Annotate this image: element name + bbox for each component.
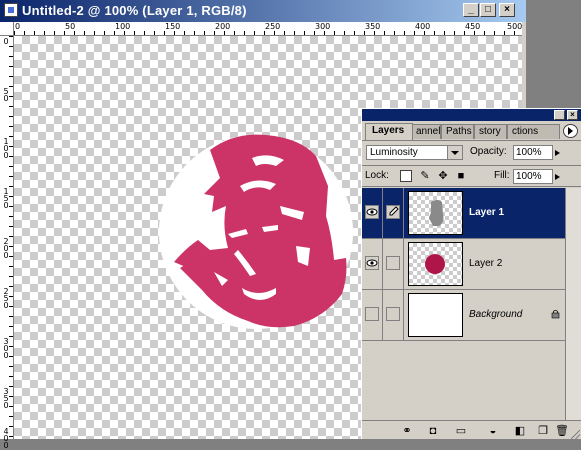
- palette-title-bar[interactable]: ×: [362, 109, 581, 121]
- blend-mode-select[interactable]: Luminosity: [366, 145, 463, 160]
- layer-link-cell[interactable]: [383, 188, 404, 238]
- palette-menu-button[interactable]: [563, 124, 578, 138]
- lock-label: Lock:: [365, 170, 389, 181]
- fill-label: Fill:: [494, 170, 510, 181]
- ruler-label: 50: [65, 22, 76, 31]
- fill-slider-arrow[interactable]: [554, 170, 563, 183]
- lock-row: Lock: ✎ ✥ ■ Fill: 100%: [362, 165, 581, 187]
- layer-link-cell[interactable]: [383, 239, 404, 289]
- layer-name[interactable]: Background: [469, 309, 522, 320]
- palette-close-button[interactable]: ×: [567, 110, 578, 120]
- maximize-button[interactable]: □: [480, 3, 496, 17]
- ruler-label: 100: [3, 137, 9, 160]
- ruler-label: 150: [3, 187, 9, 210]
- close-button[interactable]: ×: [499, 3, 515, 17]
- layer-row-layer-1[interactable]: Layer 1: [362, 188, 565, 239]
- tab-actions[interactable]: ctions: [507, 124, 560, 139]
- layer-row-layer-2[interactable]: Layer 2: [362, 239, 565, 290]
- tab-paths[interactable]: Paths: [441, 124, 474, 139]
- opacity-slider-arrow[interactable]: [554, 146, 563, 159]
- title-bar[interactable]: Untitled-2 @ 100% (Layer 1, RGB/8) _ □ ×: [0, 0, 526, 22]
- eye-icon[interactable]: [365, 205, 379, 219]
- ruler-label: 300: [3, 337, 9, 360]
- ruler-label: 400: [415, 22, 431, 31]
- lock-all-icon[interactable]: ■: [455, 170, 467, 182]
- new-set-icon[interactable]: ◒: [487, 425, 499, 437]
- layers-bottom-bar: ⚭ ◘ ▭ ◒ ◧ ❐ 🗑: [362, 420, 581, 440]
- layer-name[interactable]: Layer 1: [469, 207, 504, 218]
- ruler-label: 150: [165, 22, 181, 31]
- layer-thumbnail[interactable]: [408, 293, 463, 337]
- lock-move-icon[interactable]: ✥: [437, 170, 449, 182]
- horizontal-ruler[interactable]: 0 50 100 150 200 250 300 350 400 450 500: [14, 22, 522, 36]
- empty-visibility-box[interactable]: [365, 307, 379, 321]
- fill-field[interactable]: 100%: [513, 169, 553, 184]
- brush-icon[interactable]: [386, 205, 400, 219]
- empty-link-box[interactable]: [386, 256, 400, 270]
- ruler-label: 450: [465, 22, 481, 31]
- layers-scrollbar[interactable]: [565, 188, 581, 420]
- lock-transparency-icon[interactable]: [400, 170, 412, 182]
- resize-grip[interactable]: [571, 430, 580, 439]
- palette-minimize-button[interactable]: [554, 110, 565, 120]
- document-icon: [4, 3, 18, 17]
- ruler-label: 0: [3, 37, 9, 46]
- layer-thumbnail[interactable]: [408, 191, 463, 235]
- blend-mode-value: Luminosity: [370, 147, 418, 158]
- ruler-label: 300: [315, 22, 331, 31]
- lock-icon: [551, 309, 560, 319]
- opacity-label: Opacity:: [470, 146, 507, 157]
- ruler-origin[interactable]: [0, 22, 14, 36]
- ruler-label: 350: [365, 22, 381, 31]
- trash-icon[interactable]: 🗑: [555, 425, 569, 437]
- layer-style-icon[interactable]: ◘: [427, 425, 439, 437]
- adjustment-layer-icon[interactable]: ◧: [514, 425, 526, 437]
- chevron-down-icon[interactable]: [447, 146, 462, 159]
- layer-row-background[interactable]: Background: [362, 290, 565, 341]
- ruler-label: 250: [265, 22, 281, 31]
- window-title: Untitled-2 @ 100% (Layer 1, RGB/8): [22, 3, 247, 18]
- minimize-button[interactable]: _: [463, 3, 479, 17]
- ruler-label: 50: [3, 87, 9, 103]
- tab-layers[interactable]: Layers: [365, 123, 413, 140]
- lock-brush-icon[interactable]: ✎: [419, 170, 431, 182]
- ruler-label: 350: [3, 387, 9, 410]
- vertical-ruler[interactable]: 0 50 100 150 200 250 300 350 400: [0, 36, 14, 450]
- layer-name[interactable]: Layer 2: [469, 258, 502, 269]
- palette-tabs: Layers annels Paths story ctions: [362, 121, 581, 141]
- mask-icon[interactable]: ▭: [455, 425, 467, 437]
- link-icon[interactable]: ⚭: [401, 425, 413, 437]
- layer-thumbnail[interactable]: [408, 242, 463, 286]
- new-layer-icon[interactable]: ❐: [537, 425, 549, 437]
- ruler-label: 200: [215, 22, 231, 31]
- ruler-label: 200: [3, 237, 9, 260]
- ruler-label: 500: [507, 22, 523, 31]
- eye-icon[interactable]: [365, 256, 379, 270]
- tab-history[interactable]: story: [474, 124, 507, 139]
- visibility-toggle[interactable]: [362, 290, 383, 340]
- empty-link-box[interactable]: [386, 307, 400, 321]
- ruler-label: 100: [115, 22, 131, 31]
- ruler-label: 250: [3, 287, 9, 310]
- visibility-toggle[interactable]: [362, 239, 383, 289]
- opacity-field[interactable]: 100%: [513, 145, 553, 160]
- layers-palette: × Layers annels Paths story ctions Lumin…: [361, 108, 581, 439]
- visibility-toggle[interactable]: [362, 188, 383, 238]
- ruler-label: 0: [15, 22, 21, 31]
- tab-channels[interactable]: annels: [411, 124, 441, 139]
- layer-link-cell[interactable]: [383, 290, 404, 340]
